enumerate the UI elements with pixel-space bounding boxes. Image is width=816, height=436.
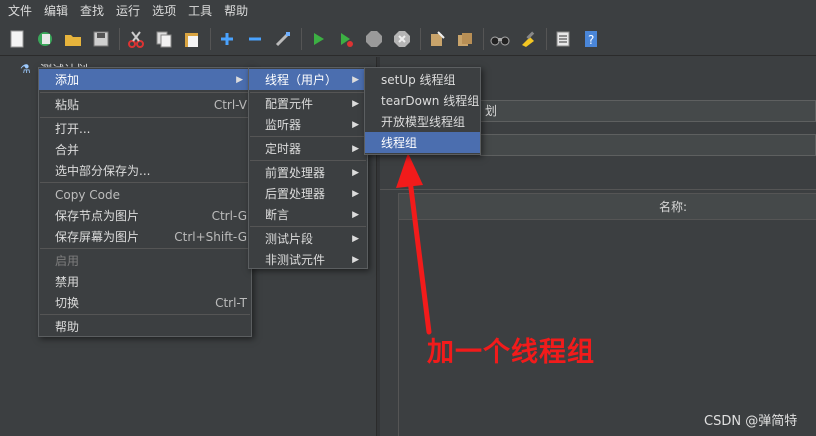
chevron-right-icon: ▶ bbox=[352, 74, 359, 85]
chevron-right-icon: ▶ bbox=[352, 233, 359, 244]
menu-separator bbox=[40, 92, 250, 93]
search-icon[interactable] bbox=[489, 28, 511, 50]
menu-separator bbox=[40, 314, 250, 315]
chevron-right-icon: ▶ bbox=[352, 209, 359, 220]
shutdown-icon[interactable] bbox=[391, 28, 413, 50]
menu-help[interactable]: 帮助 bbox=[218, 0, 254, 22]
start-icon[interactable] bbox=[307, 28, 329, 50]
chevron-right-icon: ▶ bbox=[352, 98, 359, 109]
clear-icon[interactable] bbox=[426, 28, 448, 50]
column-header-name[interactable]: 名称: bbox=[659, 194, 687, 220]
comment-field[interactable] bbox=[480, 134, 816, 156]
menu-item-test-fragment[interactable]: 测试片段 ▶ bbox=[249, 228, 367, 249]
menu-search[interactable]: 查找 bbox=[74, 0, 110, 22]
menu-item-open[interactable]: 打开... bbox=[39, 118, 251, 139]
chevron-right-icon: ▶ bbox=[352, 167, 359, 178]
toolbar-separator bbox=[546, 27, 547, 50]
menu-bar: 文件 编辑 查找 运行 选项 工具 帮助 bbox=[0, 0, 816, 22]
toolbar-separator bbox=[420, 27, 421, 50]
open-icon[interactable] bbox=[62, 28, 84, 50]
menu-item-timer[interactable]: 定时器 ▶ bbox=[249, 138, 367, 159]
threads-submenu: setUp 线程组 tearDown 线程组 开放模型线程组 线程组 bbox=[364, 67, 481, 155]
menu-item-thread-group[interactable]: 线程组 bbox=[365, 132, 480, 153]
menu-item-post-processor[interactable]: 后置处理器 ▶ bbox=[249, 183, 367, 204]
menu-item-open-model-thread-group[interactable]: 开放模型线程组 bbox=[365, 111, 480, 132]
menu-item-merge[interactable]: 合并 bbox=[39, 139, 251, 160]
menu-item-pre-processor[interactable]: 前置处理器 ▶ bbox=[249, 162, 367, 183]
toolbar-separator bbox=[210, 27, 211, 50]
menu-item-teardown-thread-group[interactable]: tearDown 线程组 bbox=[365, 90, 480, 111]
menu-separator bbox=[250, 136, 366, 137]
menu-file[interactable]: 文件 bbox=[2, 0, 38, 22]
templates-icon[interactable] bbox=[34, 28, 56, 50]
menu-item-listener[interactable]: 监听器 ▶ bbox=[249, 114, 367, 135]
menu-item-non-test[interactable]: 非测试元件 ▶ bbox=[249, 249, 367, 270]
copy-icon[interactable] bbox=[153, 28, 175, 50]
clear-all-icon[interactable] bbox=[454, 28, 476, 50]
table-header: 名称: bbox=[399, 194, 816, 220]
start-no-pause-icon[interactable] bbox=[335, 28, 357, 50]
help-icon[interactable]: ? bbox=[580, 28, 602, 50]
name-field[interactable]: 划 bbox=[480, 100, 816, 122]
menu-item-save-screen-image[interactable]: 保存屏幕为图片 Ctrl+Shift-G bbox=[39, 226, 251, 247]
menu-tools[interactable]: 工具 bbox=[182, 0, 218, 22]
menu-item-enable: 启用 bbox=[55, 254, 80, 268]
menu-item-save-selection[interactable]: 选中部分保存为... bbox=[39, 160, 251, 181]
toggle-icon[interactable] bbox=[272, 28, 294, 50]
reset-search-icon[interactable] bbox=[517, 28, 539, 50]
menu-item-config[interactable]: 配置元件 ▶ bbox=[249, 93, 367, 114]
context-menu: 添加 ▶ 粘贴 Ctrl-V 打开... 合并 选中部分保存为... Copy Co… bbox=[38, 67, 252, 337]
menu-item-save-node-image[interactable]: 保存节点为图片 Ctrl-G bbox=[39, 205, 251, 226]
add-submenu: 线程（用户） ▶ 配置元件 ▶ 监听器 ▶ 定时器 ▶ 前置处理器 ▶ 后置处理器 ▶ 断言… bbox=[248, 67, 368, 269]
toolbar-separator bbox=[301, 27, 302, 50]
collapse-icon[interactable] bbox=[244, 28, 266, 50]
new-icon[interactable] bbox=[6, 28, 28, 50]
menu-item-disable[interactable]: 禁用 bbox=[39, 271, 251, 292]
menu-item-help[interactable]: 帮助 bbox=[39, 316, 251, 337]
watermark: CSDN @弹简特 bbox=[704, 414, 798, 429]
paste-icon[interactable] bbox=[181, 28, 203, 50]
menu-item-paste[interactable]: 粘贴 Ctrl-V bbox=[39, 94, 251, 115]
cut-icon[interactable] bbox=[125, 28, 147, 50]
toolbar: ? bbox=[0, 22, 816, 56]
expand-icon[interactable] bbox=[216, 28, 238, 50]
toolbar-separator bbox=[483, 27, 484, 50]
menu-separator bbox=[40, 248, 250, 249]
annotation-text: 加一个线程组 bbox=[427, 337, 595, 368]
menu-item-setup-thread-group[interactable]: setUp 线程组 bbox=[365, 69, 480, 90]
menu-run[interactable]: 运行 bbox=[110, 0, 146, 22]
menu-separator bbox=[40, 182, 250, 183]
chevron-right-icon: ▶ bbox=[352, 254, 359, 265]
chevron-right-icon: ▶ bbox=[352, 143, 359, 154]
svg-text:?: ? bbox=[588, 33, 594, 47]
flask-icon: ⚗ bbox=[20, 62, 31, 76]
variables-table: 名称: bbox=[398, 193, 816, 436]
menu-separator bbox=[250, 160, 366, 161]
menu-separator bbox=[250, 226, 366, 227]
toolbar-separator bbox=[119, 27, 120, 50]
menu-item-add[interactable]: 添加 ▶ bbox=[39, 69, 251, 90]
chevron-right-icon: ▶ bbox=[352, 119, 359, 130]
menu-item-threads[interactable]: 线程（用户） ▶ bbox=[249, 69, 367, 90]
chevron-right-icon: ▶ bbox=[352, 188, 359, 199]
menu-item-toggle[interactable]: 切换 Ctrl-T bbox=[39, 292, 251, 313]
function-helper-icon[interactable] bbox=[552, 28, 574, 50]
menu-edit[interactable]: 编辑 bbox=[38, 0, 74, 22]
chevron-right-icon: ▶ bbox=[236, 74, 243, 85]
save-icon[interactable] bbox=[90, 28, 112, 50]
menu-options[interactable]: 选项 bbox=[146, 0, 182, 22]
annotation-arrow bbox=[396, 153, 432, 335]
menu-item-assertion[interactable]: 断言 ▶ bbox=[249, 204, 367, 225]
stop-icon[interactable] bbox=[363, 28, 385, 50]
menu-item-copy-code[interactable]: Copy Code bbox=[39, 184, 251, 205]
